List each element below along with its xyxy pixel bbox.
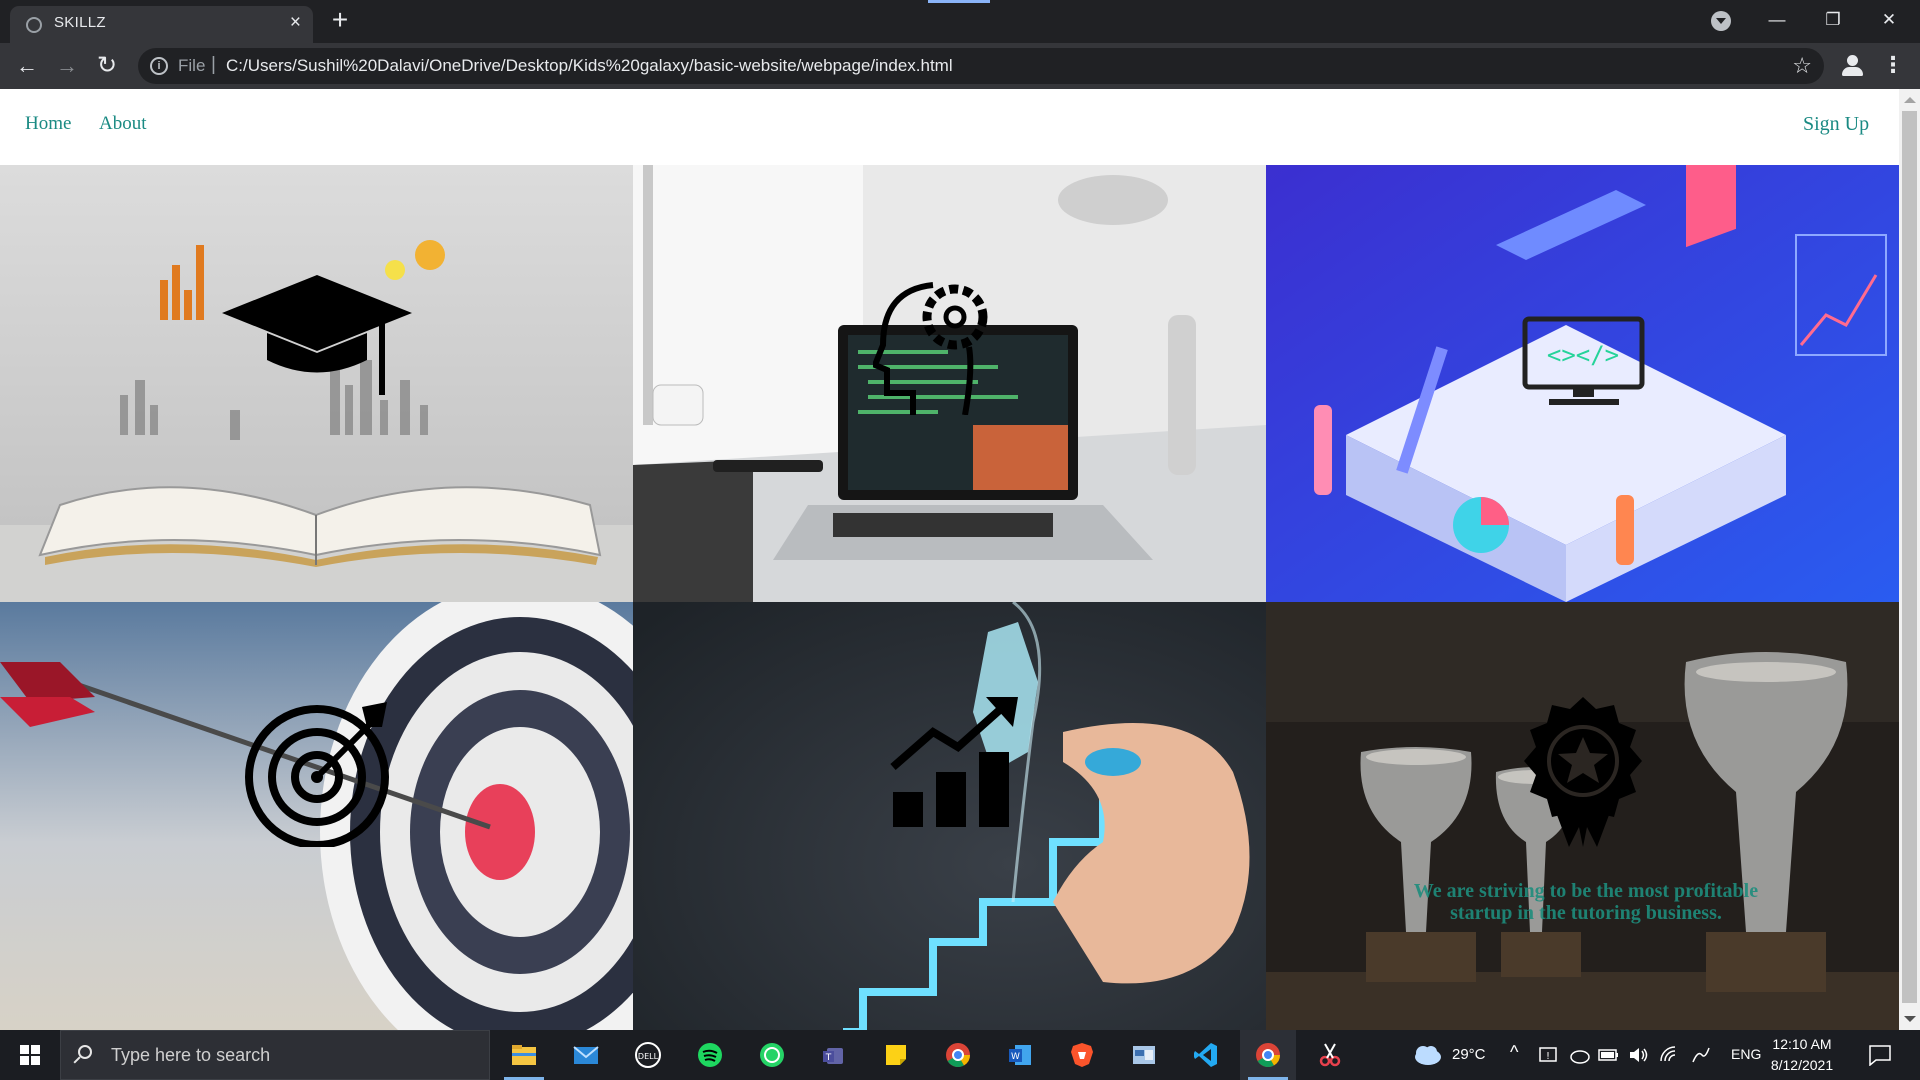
taskbar-control-panel[interactable] — [1116, 1030, 1172, 1080]
tray-chevron-icon[interactable]: ^ — [1510, 1042, 1518, 1063]
award-badge-icon — [1524, 697, 1642, 847]
taskbar-brave[interactable] — [1054, 1030, 1110, 1080]
forward-button[interactable]: → — [52, 51, 82, 81]
profile-avatar-icon[interactable] — [1839, 52, 1867, 80]
dell-icon: DELL — [635, 1042, 661, 1068]
taskbar-dell[interactable]: DELL — [620, 1030, 676, 1080]
clock-date: 8/12/2021 — [1770, 1057, 1834, 1073]
growth-chart-icon — [890, 697, 1018, 827]
taskbar-spotify[interactable] — [682, 1030, 738, 1080]
taskbar-word[interactable]: W — [992, 1030, 1048, 1080]
site-navbar: Home About Sign Up — [0, 89, 1899, 165]
clock-time: 12:10 AM — [1772, 1036, 1832, 1052]
scroll-up-icon[interactable] — [1904, 97, 1916, 103]
svg-text:!: ! — [1546, 1051, 1550, 1062]
onedrive-icon[interactable] — [1568, 1045, 1590, 1065]
taskbar-sticky-notes[interactable] — [868, 1030, 924, 1080]
chrome-icon — [946, 1043, 970, 1068]
taskbar-teams[interactable]: T — [806, 1030, 862, 1080]
address-bar[interactable]: i File | C:/Users/Sushil%20Dalavi/OneDri… — [138, 48, 1824, 84]
mail-icon — [573, 1046, 599, 1064]
taskbar-vscode[interactable] — [1178, 1030, 1234, 1080]
taskbar-mail[interactable] — [558, 1030, 614, 1080]
tab-search-icon[interactable] — [1711, 11, 1731, 31]
scheme-separator: | — [211, 54, 216, 75]
tile-development[interactable] — [633, 165, 1266, 602]
svg-text:DELL: DELL — [638, 1052, 659, 1061]
tile-growth[interactable] — [633, 602, 1266, 1030]
reload-button[interactable]: ↻ — [92, 51, 122, 81]
spotify-icon — [698, 1043, 722, 1067]
wifi-icon[interactable] — [1658, 1045, 1680, 1065]
folder-icon — [512, 1045, 536, 1065]
teams-icon: T — [823, 1048, 843, 1064]
start-button[interactable] — [0, 1030, 60, 1080]
weather-cloud-icon[interactable] — [1412, 1044, 1442, 1066]
browser-tab[interactable]: SKILLZ × — [10, 6, 313, 43]
windows-update-icon[interactable]: ! — [1538, 1045, 1558, 1065]
scroll-down-icon[interactable] — [1904, 1016, 1916, 1022]
taskbar-chrome-active[interactable] — [1240, 1030, 1296, 1080]
minimize-button[interactable]: — — [1754, 4, 1800, 36]
whatsapp-icon — [760, 1043, 784, 1067]
head-gear-icon — [873, 282, 988, 415]
svg-text:<></>: <></> — [1547, 341, 1619, 369]
sticky-notes-icon — [886, 1045, 906, 1065]
info-icon[interactable]: i — [150, 57, 168, 75]
bookmark-star-icon[interactable]: ☆ — [1792, 53, 1812, 79]
vscode-icon — [1194, 1043, 1217, 1067]
tile-coding[interactable]: <></> — [1266, 165, 1899, 602]
new-tab-button[interactable]: + — [325, 6, 355, 36]
control-panel-icon — [1133, 1046, 1155, 1064]
tile-target[interactable] — [0, 602, 633, 1030]
browser-menu-icon[interactable]: ⋮ — [1882, 51, 1904, 81]
web-page: Home About Sign Up <></> We are striving… — [0, 89, 1899, 1030]
tab-close-icon[interactable]: × — [290, 13, 301, 33]
chrome-active-icon — [1256, 1043, 1280, 1068]
brave-icon — [1071, 1043, 1093, 1067]
tagline-text: We are striving to be the most profitabl… — [1413, 880, 1759, 924]
tab-title: SKILLZ — [54, 14, 106, 31]
browser-toolbar: ← → ↻ i File | C:/Users/Sushil%20Dalavi/… — [0, 43, 1920, 89]
battery-icon[interactable] — [1598, 1046, 1620, 1064]
volume-icon[interactable] — [1628, 1045, 1650, 1065]
nav-about-link[interactable]: About — [99, 113, 147, 135]
page-scrollbar[interactable] — [1899, 89, 1920, 1030]
target-icon — [245, 702, 389, 847]
taskbar-file-explorer[interactable] — [496, 1030, 552, 1080]
scheme-label: File — [178, 56, 206, 75]
taskbar-snipping-tool[interactable] — [1302, 1030, 1358, 1080]
weather-temperature[interactable]: 29°C — [1452, 1046, 1486, 1063]
word-icon: W — [1009, 1045, 1031, 1065]
tile-achievement[interactable]: We are striving to be the most profitabl… — [1266, 602, 1899, 1030]
search-icon — [78, 1045, 92, 1059]
browser-tab-strip: SKILLZ × + — ❐ ✕ — [0, 0, 1920, 43]
scissors-icon — [1319, 1043, 1341, 1067]
url-text[interactable]: C:/Users/Sushil%20Dalavi/OneDrive/Deskto… — [226, 56, 953, 76]
language-indicator[interactable]: ENG — [1731, 1046, 1761, 1062]
tab-strip-accent — [928, 0, 990, 3]
svg-text:T: T — [825, 1053, 832, 1063]
pen-icon[interactable] — [1690, 1045, 1712, 1065]
notification-center-icon[interactable] — [1868, 1044, 1892, 1066]
window-close-button[interactable]: ✕ — [1866, 4, 1912, 36]
back-button[interactable]: ← — [12, 51, 42, 81]
globe-icon — [26, 17, 42, 33]
nav-home-link[interactable]: Home — [25, 113, 71, 135]
tile-education[interactable] — [0, 165, 633, 602]
nav-signup-link[interactable]: Sign Up — [1803, 113, 1869, 136]
svg-text:W: W — [1011, 1052, 1020, 1062]
restore-button[interactable]: ❐ — [1810, 4, 1856, 36]
taskbar-whatsapp[interactable] — [744, 1030, 800, 1080]
search-placeholder: Type here to search — [111, 1045, 271, 1065]
windows-taskbar: Type here to search DELL T W 29°C ^ ! EN… — [0, 1030, 1920, 1080]
scroll-thumb[interactable] — [1902, 111, 1917, 1003]
taskbar-chrome[interactable] — [930, 1030, 986, 1080]
graduation-cap-icon — [222, 275, 412, 395]
system-clock[interactable]: 12:10 AM 8/12/2021 — [1762, 1034, 1842, 1076]
taskbar-search-box[interactable]: Type here to search — [60, 1030, 490, 1080]
monitor-code-icon: <></> — [1522, 316, 1645, 405]
